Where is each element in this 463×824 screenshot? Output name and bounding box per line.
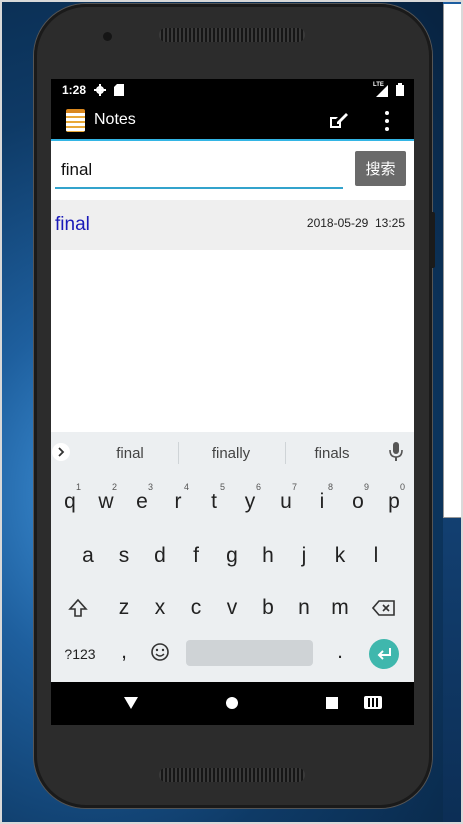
keyboard-switch-icon[interactable] [364, 696, 382, 709]
app-title: Notes [94, 111, 136, 128]
note-timestamp: 2018-05-29 13:25 [307, 216, 405, 230]
key-label: r [174, 490, 182, 513]
bottom-speaker [159, 768, 305, 782]
key-d[interactable]: d [144, 534, 176, 578]
key-a[interactable]: a [72, 534, 104, 578]
key-label: u [280, 490, 292, 513]
key-label: t [211, 490, 217, 513]
enter-key[interactable] [369, 639, 399, 669]
front-camera [103, 32, 112, 41]
space-key[interactable] [186, 640, 313, 666]
key-q[interactable]: q1 [54, 480, 86, 524]
expand-suggestions-icon[interactable] [52, 443, 70, 461]
shift-icon [68, 598, 88, 617]
navigation-bar [51, 682, 414, 725]
enter-icon [377, 648, 391, 660]
phone-screen: 1:28 LTE Notes 搜索 final 2018-05-2 [51, 79, 414, 725]
key-t[interactable]: t5 [198, 480, 230, 524]
list-item[interactable]: final 2018-05-29 13:25 [51, 200, 414, 250]
suggestion-divider [178, 442, 179, 464]
key-label: y [244, 490, 256, 513]
key-label: w [98, 490, 114, 513]
suggestion-divider [285, 442, 286, 464]
comma-key[interactable]: , [108, 630, 140, 674]
key-h[interactable]: h [252, 534, 284, 578]
shift-key[interactable] [62, 586, 94, 630]
key-u[interactable]: u7 [270, 480, 302, 524]
signal-icon: LTE [373, 82, 390, 97]
key-z[interactable]: z [108, 586, 140, 630]
backspace-key[interactable] [368, 586, 400, 630]
battery-icon [396, 83, 404, 99]
emoji-icon [151, 643, 169, 661]
sd-card-icon [114, 84, 125, 96]
note-time: 13:25 [374, 216, 405, 230]
note-title: final [55, 214, 90, 235]
search-button[interactable]: 搜索 [355, 151, 406, 186]
key-w[interactable]: w2 [90, 480, 122, 524]
key-hint: 1 [75, 482, 81, 492]
suggestion-strip: final finally finals [51, 432, 414, 474]
suggestion-final[interactable]: final [85, 445, 175, 462]
suggestion-finals[interactable]: finals [287, 445, 377, 462]
search-row: 搜索 [51, 143, 414, 195]
key-s[interactable]: s [108, 534, 140, 578]
search-input[interactable] [55, 151, 343, 189]
key-o[interactable]: o9 [342, 480, 374, 524]
suggestion-finally[interactable]: finally [186, 445, 276, 462]
home-icon[interactable] [226, 697, 238, 709]
emoji-key[interactable] [144, 630, 176, 674]
key-v[interactable]: v [216, 586, 248, 630]
edit-note-icon[interactable] [329, 111, 349, 134]
action-bar: Notes [51, 101, 414, 141]
key-k[interactable]: k [324, 534, 356, 578]
key-label: o [352, 490, 364, 513]
status-bar: 1:28 LTE [51, 79, 414, 101]
notes-app-icon [66, 108, 85, 132]
key-label: i [319, 490, 325, 513]
key-hint: 6 [255, 482, 261, 492]
key-f[interactable]: f [180, 534, 212, 578]
key-g[interactable]: g [216, 534, 248, 578]
recents-icon[interactable] [326, 697, 338, 709]
microphone-icon[interactable] [389, 442, 403, 467]
key-y[interactable]: y6 [234, 480, 266, 524]
back-icon[interactable] [124, 697, 138, 709]
key-c[interactable]: c [180, 586, 212, 630]
soft-keyboard: q1 w2 e3 r4 t5 y6 u7 i8 o9 p0 a s d f g … [51, 474, 414, 682]
key-i[interactable]: i8 [306, 480, 338, 524]
key-j[interactable]: j [288, 534, 320, 578]
key-hint: 7 [291, 482, 297, 492]
key-n[interactable]: n [288, 586, 320, 630]
key-hint: 8 [327, 482, 333, 492]
background-window [443, 4, 463, 518]
key-m[interactable]: m [324, 586, 356, 630]
key-hint: 4 [183, 482, 189, 492]
key-hint: 9 [363, 482, 369, 492]
key-hint: 0 [399, 482, 405, 492]
key-label: e [136, 490, 148, 513]
key-e[interactable]: e3 [126, 480, 158, 524]
network-label: LTE [373, 82, 384, 88]
key-x[interactable]: x [144, 586, 176, 630]
key-hint: 2 [111, 482, 117, 492]
period-key[interactable]: . [324, 630, 356, 674]
note-date: 2018-05-29 [306, 216, 369, 230]
key-label: q [64, 490, 76, 513]
symbols-key[interactable]: ?123 [60, 632, 100, 676]
backspace-icon [372, 600, 395, 616]
key-hint: 3 [147, 482, 153, 492]
gear-icon [94, 84, 107, 96]
overflow-menu-icon[interactable] [383, 111, 391, 131]
key-p[interactable]: p0 [378, 480, 410, 524]
status-time: 1:28 [62, 83, 87, 97]
power-button[interactable] [430, 212, 435, 268]
key-label: p [388, 490, 400, 513]
key-l[interactable]: l [360, 534, 392, 578]
key-b[interactable]: b [252, 586, 284, 630]
key-r[interactable]: r4 [162, 480, 194, 524]
top-speaker [159, 28, 305, 42]
key-hint: 5 [219, 482, 225, 492]
